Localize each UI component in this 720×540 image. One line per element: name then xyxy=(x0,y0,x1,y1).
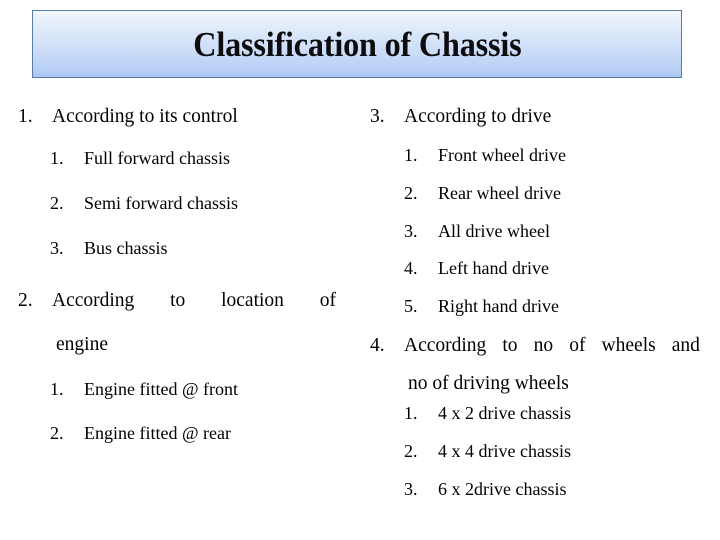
word: of xyxy=(319,290,336,311)
list-item-label: Rear wheel drive xyxy=(438,183,561,203)
list-item-label: Bus chassis xyxy=(84,238,168,258)
list-item-label: All drive wheel xyxy=(438,221,550,241)
list-marker: 1. xyxy=(50,379,64,399)
word: According xyxy=(52,290,135,311)
list-item-left-2-sub-2: 2. Engine fitted @ rear xyxy=(50,423,340,444)
list-marker: 2. xyxy=(18,290,33,311)
slide-title-banner: Classification of Chassis xyxy=(32,10,682,78)
list-item-left-1-sub-2: 2. Semi forward chassis xyxy=(50,193,340,214)
list-item-right-4: 4. According to no of wheels and xyxy=(370,335,700,357)
list-item-label-line-2: engine xyxy=(56,334,108,355)
list-marker: 2. xyxy=(404,183,418,203)
list-marker: 1. xyxy=(50,148,64,168)
list-item-right-4-sub-3: 3. 6 x 2drive chassis xyxy=(404,479,694,500)
list-item-label: Engine fitted @ front xyxy=(84,379,239,399)
list-marker: 1. xyxy=(404,145,418,165)
list-item-label: According to drive xyxy=(404,106,552,127)
word: of xyxy=(569,335,586,356)
list-marker: 5. xyxy=(404,296,418,316)
list-marker: 2. xyxy=(50,423,64,443)
list-item-label: According to its control xyxy=(52,106,238,127)
list-item-label: Front wheel drive xyxy=(438,145,566,165)
list-item-right-3-sub-5: 5. Right hand drive xyxy=(404,296,694,317)
list-item-label-line-1: According to no of wheels and xyxy=(404,335,700,357)
list-item-label: 6 x 2drive chassis xyxy=(438,479,567,499)
list-marker: 3. xyxy=(404,479,418,499)
list-item-label: Semi forward chassis xyxy=(84,193,238,213)
word: to xyxy=(170,290,186,311)
slide-body: 1. According to its control 1. Full forw… xyxy=(0,92,720,540)
page-title: Classification of Chassis xyxy=(192,24,522,64)
list-item-left-1: 1. According to its control xyxy=(18,106,338,128)
list-marker: 1. xyxy=(404,403,418,423)
list-marker: 3. xyxy=(404,221,418,241)
word: location xyxy=(221,290,284,311)
list-item-left-1-sub-1: 1. Full forward chassis xyxy=(50,148,340,169)
word: to xyxy=(502,335,518,356)
list-item-label-line-2: no of driving wheels xyxy=(408,373,569,394)
list-item-label: Left hand drive xyxy=(438,258,549,278)
list-item-right-3-sub-4: 4. Left hand drive xyxy=(404,258,694,279)
list-marker: 2. xyxy=(404,441,418,461)
list-item-label-line-1: According to location of xyxy=(52,290,336,312)
list-item-label: Right hand drive xyxy=(438,296,559,316)
word: no xyxy=(533,335,554,356)
list-marker: 4. xyxy=(404,258,418,278)
list-item-left-2-sub-1: 1. Engine fitted @ front xyxy=(50,379,340,400)
list-marker: 2. xyxy=(50,193,64,213)
list-item-right-3-sub-2: 2. Rear wheel drive xyxy=(404,183,694,204)
word: According xyxy=(404,335,487,356)
word: wheels xyxy=(601,335,656,356)
list-marker: 3. xyxy=(50,238,64,258)
list-item-right-4-sub-2: 2. 4 x 4 drive chassis xyxy=(404,441,694,462)
list-item-label: 4 x 2 drive chassis xyxy=(438,403,571,423)
list-item-label: Full forward chassis xyxy=(84,148,230,168)
list-item-right-3-sub-1: 1. Front wheel drive xyxy=(404,145,694,166)
list-item-left-2: 2. According to location of xyxy=(18,290,336,312)
list-marker: 4. xyxy=(370,335,385,356)
list-item-left-1-sub-3: 3. Bus chassis xyxy=(50,238,340,259)
list-marker: 1. xyxy=(18,106,33,127)
list-item-right-3-sub-3: 3. All drive wheel xyxy=(404,221,694,242)
list-item-right-4-sub-1: 1. 4 x 2 drive chassis xyxy=(404,403,694,424)
list-item-label: Engine fitted @ rear xyxy=(84,423,232,443)
list-item-right-3: 3. According to drive xyxy=(370,106,690,128)
list-marker: 3. xyxy=(370,106,385,127)
word: and xyxy=(671,335,700,356)
list-item-label: 4 x 4 drive chassis xyxy=(438,441,571,461)
